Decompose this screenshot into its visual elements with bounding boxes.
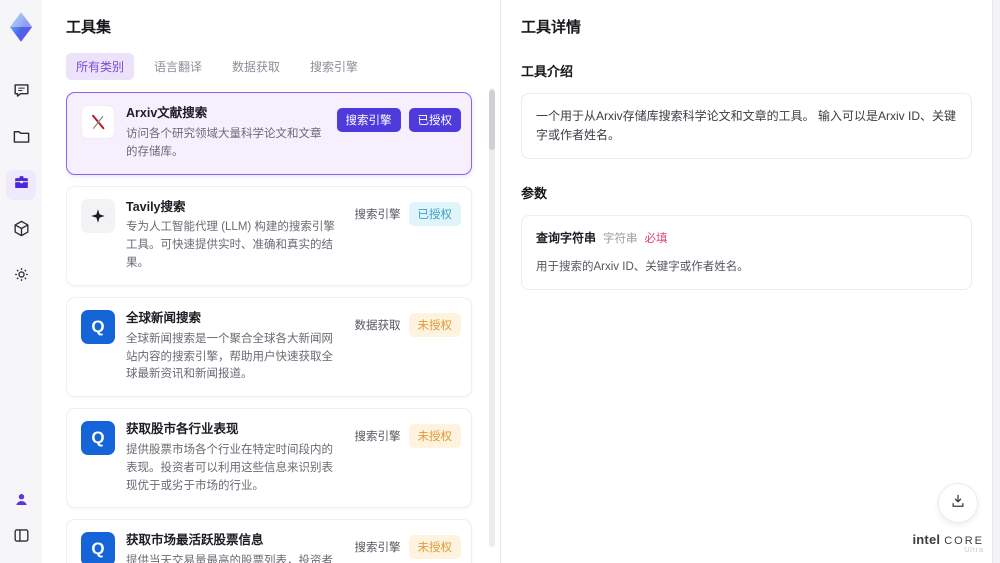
sidebar-nav	[6, 78, 36, 292]
sidebar-item-account[interactable]	[6, 487, 36, 517]
briefcase-icon	[12, 173, 31, 197]
params-section-title: 参数	[521, 186, 548, 202]
category-tabs: 所有类别 语言翻译 数据获取 搜索引擎	[66, 53, 486, 80]
param-description: 用于搜索的Arxiv ID、关键字或作者姓名。	[536, 260, 749, 273]
tab-all-categories[interactable]: 所有类别	[66, 53, 135, 80]
gear-icon	[12, 265, 31, 289]
chat-icon	[12, 81, 31, 105]
category-badge: 搜索引擎	[336, 108, 401, 132]
param-type: 字符串	[603, 233, 638, 246]
sidebar-item-files[interactable]	[6, 124, 36, 154]
tool-name: Arxiv文献搜索	[126, 106, 208, 120]
tool-card-list: Arxiv文献搜索 访问各个研究领域大量科学论文和文章的存储库。 搜索引擎 已授…	[66, 92, 486, 563]
param-required-flag: 必填	[644, 233, 668, 246]
q-blue-icon: Q	[81, 309, 115, 344]
sidebar-item-tools[interactable]	[6, 170, 36, 200]
download-icon	[949, 492, 967, 515]
tool-card-tavily[interactable]: Tavily搜索 专为人工智能代理 (LLM) 构建的搜索引擎工具。可快速提供实…	[66, 185, 472, 286]
category-label: 搜索引擎	[354, 542, 401, 555]
sidebar-item-chat[interactable]	[6, 78, 36, 108]
tool-name: Tavily搜索	[126, 199, 186, 214]
q-blue-icon: Q	[81, 421, 115, 456]
sidebar-item-panel-toggle[interactable]	[6, 523, 36, 553]
auth-status-badge: 已授权	[408, 201, 461, 226]
tool-detail-panel: 工具详情 工具介绍 一个用于从Arxiv存储库搜索科学论文和文章的工具。 输入可…	[500, 0, 1000, 563]
tool-list-panel: 工具集 所有类别 语言翻译 数据获取 搜索引擎 Arxiv文献搜索 访问各个研究…	[42, 0, 500, 563]
ultra-wordmark: Ultra	[964, 547, 984, 555]
intel-wordmark: intel	[912, 532, 941, 548]
core-wordmark: CORE	[944, 535, 984, 548]
tool-description: 全球新闻搜索是一个聚合全球各大新闻网站内容的搜索引擎，帮助用户快速获取全球最新资…	[126, 332, 333, 381]
folder-icon	[12, 127, 31, 151]
tool-name: 全球新闻搜索	[126, 310, 202, 325]
intel-core-logo: intel CORE Ultra	[912, 532, 984, 555]
cube-icon	[12, 219, 31, 243]
sidebar-item-settings[interactable]	[6, 262, 36, 292]
intro-box: 一个用于从Arxiv存储库搜索科学论文和文章的工具。 输入可以是Arxiv ID…	[521, 93, 972, 160]
tool-description: 提供股票市场各个行业在特定时间段内的表现。投资者可以利用这些信息来识别表现优于或…	[126, 444, 333, 492]
tool-name: 获取股市各行业表现	[126, 422, 239, 437]
tool-card-stock-sectors[interactable]: Q 获取股市各行业表现 提供股票市场各个行业在特定时间段内的表现。投资者可以利用…	[66, 408, 472, 509]
page-title: 工具集	[66, 19, 112, 36]
tavily-star-icon	[81, 198, 115, 233]
category-label: 搜索引擎	[354, 208, 401, 221]
auth-status-badge: 已授权	[408, 108, 461, 132]
tool-name: 获取市场最活跃股票信息	[126, 533, 264, 548]
sidebar-bottom	[6, 487, 36, 553]
tool-description: 访问各个研究领域大量科学论文和文章的存储库。	[126, 127, 322, 158]
download-button[interactable]	[938, 483, 978, 523]
tool-card-global-news[interactable]: Q 全球新闻搜索 全球新闻搜索是一个聚合全球各大新闻网站内容的搜索引擎，帮助用户…	[66, 296, 472, 398]
param-box: 查询字符串 字符串 必填 用于搜索的Arxiv ID、关键字或作者姓名。	[521, 215, 972, 291]
q-blue-icon: Q	[81, 532, 115, 563]
auth-status-badge: 未授权	[408, 312, 461, 337]
sidebar-rail	[0, 0, 42, 563]
tab-search-engine[interactable]: 搜索引擎	[300, 53, 368, 80]
sidebar-item-packages[interactable]	[6, 216, 36, 246]
page-scrollbar[interactable]	[992, 0, 1000, 563]
arxiv-icon	[81, 105, 115, 139]
app-logo[interactable]	[5, 10, 37, 44]
tool-list-scrollbar[interactable]	[489, 88, 495, 547]
panel-toggle-icon	[12, 526, 31, 550]
tab-language-translation[interactable]: 语言翻译	[144, 53, 212, 80]
auth-status-badge: 未授权	[408, 424, 461, 449]
intro-section-title: 工具介绍	[521, 64, 574, 79]
detail-title: 工具详情	[521, 19, 582, 36]
auth-status-badge: 未授权	[408, 535, 461, 560]
category-label: 搜索引擎	[354, 431, 401, 444]
param-name: 查询字符串	[536, 231, 597, 246]
user-icon	[12, 490, 31, 514]
tool-description: 专为人工智能代理 (LLM) 构建的搜索引擎工具。可快速提供实时、准确和真实的结…	[126, 221, 335, 269]
app-window: 工具集 所有类别 语言翻译 数据获取 搜索引擎 Arxiv文献搜索 访问各个研究…	[0, 0, 1000, 563]
tool-card-arxiv[interactable]: Arxiv文献搜索 访问各个研究领域大量科学论文和文章的存储库。 搜索引擎 已授…	[66, 92, 472, 175]
category-label: 数据获取	[354, 319, 401, 332]
tool-card-active-stocks[interactable]: Q 获取市场最活跃股票信息 提供当天交易量最高的股票列表，投资者可以利用这些信息…	[66, 519, 472, 563]
tool-description: 提供当天交易量最高的股票列表，投资者可以利用这些信息来识别流动性强的股票和潜在的…	[126, 555, 333, 563]
tool-list-scrollbar-thumb[interactable]	[489, 90, 495, 150]
tab-data-acquisition[interactable]: 数据获取	[222, 53, 290, 80]
